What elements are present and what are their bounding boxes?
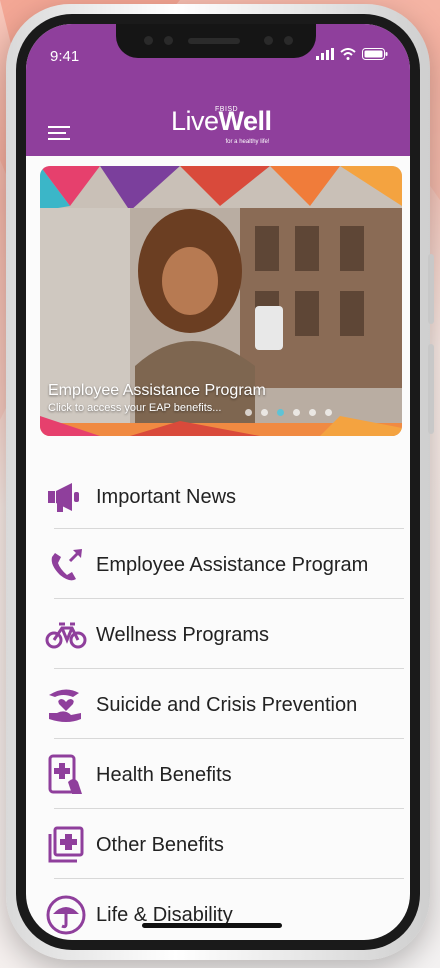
menu-item-important-news[interactable]: Important News	[44, 466, 394, 528]
app-logo: FBISD LiveWell for a healthy life!	[171, 106, 272, 145]
home-indicator[interactable]	[142, 923, 282, 928]
carousel-dot[interactable]	[245, 409, 252, 416]
phone-frame: 9:41 FBISD LiveWell for a healthy life! …	[6, 4, 434, 960]
carousel-dot[interactable]	[293, 409, 300, 416]
eap-banner-carousel[interactable]: Employee Assistance Program Click to acc…	[40, 166, 402, 436]
divider	[54, 598, 404, 599]
battery-icon	[362, 48, 388, 60]
menu-item-wellness[interactable]: Wellness Programs	[44, 604, 394, 666]
menu-item-label: Important News	[96, 485, 237, 508]
carousel-dot[interactable]	[309, 409, 316, 416]
menu-item-employee-assistance[interactable]: Employee Assistance Program	[44, 534, 394, 596]
carousel-dots[interactable]	[245, 409, 332, 416]
carousel-dot-active[interactable]	[277, 409, 284, 416]
umbrella-icon	[44, 893, 88, 937]
bicycle-icon	[44, 613, 88, 657]
power-button	[428, 344, 434, 434]
divider	[54, 878, 404, 879]
divider	[54, 528, 404, 529]
menu-item-label: Other Benefits	[96, 833, 224, 856]
menu-item-label: Employee Assistance Program	[96, 553, 369, 576]
logo-tagline: for a healthy life!	[225, 139, 270, 145]
logo-prefix: FBISD	[215, 106, 239, 113]
plus-cards-icon	[44, 823, 88, 867]
medical-tablet-icon	[44, 753, 88, 797]
banner-title: Employee Assistance Program	[48, 382, 266, 399]
carousel-dot[interactable]	[261, 409, 268, 416]
phone-bezel: 9:41 FBISD LiveWell for a healthy life! …	[16, 14, 420, 950]
app-screen: 9:41 FBISD LiveWell for a healthy life! …	[26, 24, 410, 940]
volume-button	[428, 254, 434, 324]
menu-item-health-benefits[interactable]: Health Benefits	[44, 744, 394, 806]
menu-item-label: Health Benefits	[96, 763, 232, 786]
divider	[54, 808, 404, 809]
menu-item-suicide-crisis[interactable]: Suicide and Crisis Prevention	[44, 674, 394, 736]
status-time: 9:41	[50, 48, 80, 65]
menu-item-life-disability[interactable]: Life & Disability	[44, 884, 394, 940]
caring-hands-icon	[44, 683, 88, 727]
phone-call-icon	[44, 543, 88, 587]
menu-item-label: Suicide and Crisis Prevention	[96, 693, 358, 716]
megaphone-icon	[44, 475, 88, 519]
divider	[54, 668, 404, 669]
carousel-dot[interactable]	[325, 409, 332, 416]
hamburger-menu-icon[interactable]	[48, 126, 70, 140]
status-icons	[316, 48, 388, 60]
menu-item-label: Wellness Programs	[96, 623, 270, 646]
app-header: 9:41 FBISD LiveWell for a healthy life!	[26, 24, 410, 156]
wifi-icon	[340, 48, 356, 60]
banner-subtitle: Click to access your EAP benefits...	[48, 402, 222, 414]
signal-icon	[316, 48, 334, 60]
divider	[54, 738, 404, 739]
menu-item-other-benefits[interactable]: Other Benefits	[44, 814, 394, 876]
camera-notch	[116, 24, 316, 58]
